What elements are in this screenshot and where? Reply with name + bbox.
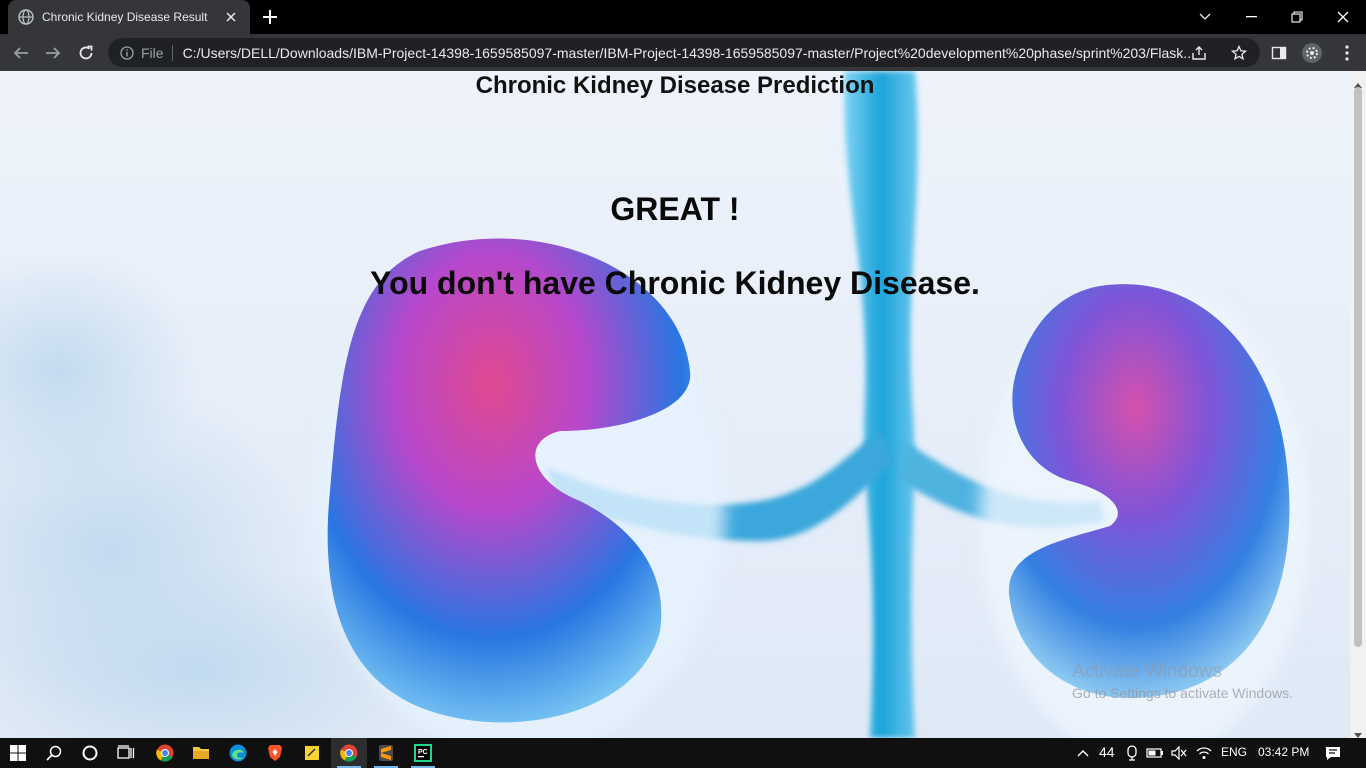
edge-icon[interactable] (220, 738, 256, 768)
meet-now-icon[interactable] (1122, 738, 1142, 768)
tab-strip: Chronic Kidney Disease Result (0, 0, 1366, 34)
divider (171, 44, 173, 61)
scrollbar-thumb[interactable] (1354, 87, 1362, 647)
tab-search-icon[interactable] (1182, 0, 1228, 34)
scroll-down-icon[interactable] (1354, 726, 1362, 738)
reload-icon[interactable] (75, 42, 97, 64)
globe-icon (18, 9, 34, 25)
minimize-icon[interactable] (1228, 0, 1274, 34)
pycharm-icon[interactable]: PC (405, 738, 441, 768)
scheme-label: File (141, 44, 164, 61)
task-view-icon[interactable] (108, 738, 144, 768)
share-icon[interactable] (1190, 44, 1208, 62)
activate-windows-subtitle: Go to Settings to activate Windows. (1072, 685, 1293, 701)
search-icon[interactable] (36, 738, 72, 768)
profile-avatar-icon[interactable] (1301, 42, 1323, 64)
back-arrow-icon[interactable] (10, 42, 32, 64)
battery-icon[interactable] (1145, 738, 1165, 768)
url-text[interactable]: C:/Users/DELL/Downloads/IBM-Project-1439… (183, 45, 1193, 61)
info-icon[interactable] (120, 45, 134, 60)
volume-muted-icon[interactable] (1168, 738, 1190, 768)
page-heading: Chronic Kidney Disease Prediction (475, 72, 875, 99)
restore-icon[interactable] (1274, 0, 1320, 34)
svg-text:PC: PC (418, 749, 428, 756)
file-explorer-icon[interactable] (183, 738, 219, 768)
windows-start-icon[interactable] (0, 738, 36, 768)
address-bar[interactable]: File C:/Users/DELL/Downloads/IBM-Project… (108, 38, 1260, 67)
kidney-background-image (0, 71, 1310, 738)
brave-icon[interactable] (257, 738, 293, 768)
bookmark-star-icon[interactable] (1230, 44, 1248, 62)
chrome-icon[interactable] (147, 738, 183, 768)
result-message: You don't have Chronic Kidney Disease. (370, 265, 980, 301)
tab-title: Chronic Kidney Disease Result (42, 10, 208, 24)
clock-time[interactable]: 03:42 PM (1258, 745, 1309, 759)
browser-toolbar: File C:/Users/DELL/Downloads/IBM-Project… (0, 34, 1366, 71)
cortana-icon[interactable] (72, 738, 108, 768)
show-hidden-icons-chevron-icon[interactable] (1072, 738, 1094, 768)
windows-taskbar: PC 44 ENG 03:42 PM (0, 738, 1366, 768)
side-panel-icon[interactable] (1268, 42, 1290, 64)
activate-windows-title: Activate Windows (1072, 661, 1222, 682)
new-tab-icon[interactable] (260, 7, 280, 27)
scroll-up-icon[interactable] (1354, 75, 1362, 88)
sublime-text-icon[interactable] (368, 738, 404, 768)
browser-tab[interactable]: Chronic Kidney Disease Result (8, 0, 250, 34)
language-indicator[interactable]: ENG (1221, 745, 1247, 759)
forward-arrow-icon[interactable] (42, 42, 64, 64)
sticky-notes-icon[interactable] (294, 738, 330, 768)
close-window-icon[interactable] (1320, 0, 1366, 34)
chrome-active-icon[interactable] (331, 738, 367, 768)
result-title: GREAT ! (610, 191, 740, 227)
notification-center-icon[interactable] (1316, 738, 1350, 768)
close-tab-icon[interactable] (222, 8, 240, 26)
menu-dots-icon[interactable] (1336, 42, 1358, 64)
wifi-icon[interactable] (1193, 738, 1215, 768)
weather-temperature[interactable]: 44 (1099, 744, 1115, 760)
vertical-scrollbar[interactable] (1350, 71, 1366, 738)
page-viewport: Chronic Kidney Disease Prediction GREAT … (0, 71, 1350, 738)
